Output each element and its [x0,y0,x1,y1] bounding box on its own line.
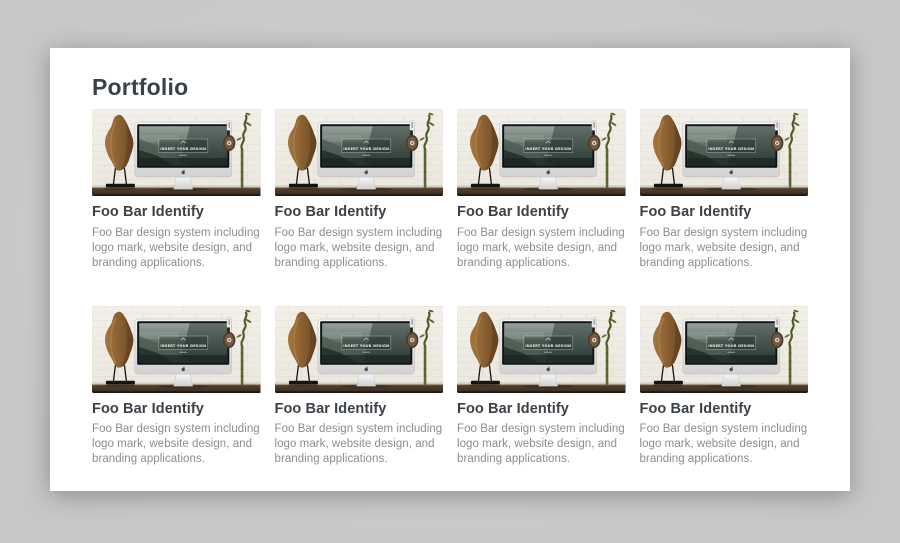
portfolio-item-title: Foo Bar Identify [92,205,261,220]
portfolio-item-caption: Foo Bar Identify Foo Bar design system i… [640,205,809,270]
portfolio-grid: Foo Bar Identify Foo Bar design system i… [92,109,808,466]
portfolio-item-description: Foo Bar design system including logo mar… [275,422,444,467]
portfolio-item[interactable]: Foo Bar Identify Foo Bar design system i… [640,109,809,270]
portfolio-item-title: Foo Bar Identify [275,205,444,220]
page-title: Portfolio [92,75,808,100]
imac-mockup-image [640,306,809,393]
portfolio-item-description: Foo Bar design system including logo mar… [92,422,261,467]
portfolio-item-title: Foo Bar Identify [640,205,809,220]
portfolio-thumbnail[interactable] [457,109,626,196]
portfolio-item-caption: Foo Bar Identify Foo Bar design system i… [457,205,626,270]
portfolio-item-caption: Foo Bar Identify Foo Bar design system i… [275,205,444,270]
portfolio-item-title: Foo Bar Identify [275,402,444,417]
imac-mockup-image [92,109,261,196]
portfolio-item-title: Foo Bar Identify [457,402,626,417]
imac-mockup-image [92,306,261,393]
portfolio-item-caption: Foo Bar Identify Foo Bar design system i… [640,402,809,467]
portfolio-thumbnail[interactable] [92,306,261,393]
portfolio-item[interactable]: Foo Bar Identify Foo Bar design system i… [640,306,809,467]
content-panel: Portfolio Foo Bar Identify Foo Bar desig… [50,48,850,491]
imac-mockup-image [457,306,626,393]
portfolio-thumbnail[interactable] [640,109,809,196]
portfolio-thumbnail[interactable] [275,306,444,393]
portfolio-item-caption: Foo Bar Identify Foo Bar design system i… [92,402,261,467]
imac-mockup-image [640,109,809,196]
imac-mockup-image [275,109,444,196]
portfolio-item[interactable]: Foo Bar Identify Foo Bar design system i… [457,306,626,467]
portfolio-item-title: Foo Bar Identify [92,402,261,417]
portfolio-item[interactable]: Foo Bar Identify Foo Bar design system i… [275,306,444,467]
imac-mockup-image [457,109,626,196]
portfolio-item-title: Foo Bar Identify [640,402,809,417]
imac-mockup-image [275,306,444,393]
page-background: { "page": { "title": "Portfolio" }, "col… [0,0,900,543]
portfolio-item-description: Foo Bar design system including logo mar… [92,226,261,271]
portfolio-item-caption: Foo Bar Identify Foo Bar design system i… [275,402,444,467]
portfolio-item[interactable]: Foo Bar Identify Foo Bar design system i… [457,109,626,270]
portfolio-item-title: Foo Bar Identify [457,205,626,220]
portfolio-item-caption: Foo Bar Identify Foo Bar design system i… [92,205,261,270]
portfolio-item-description: Foo Bar design system including logo mar… [275,226,444,271]
portfolio-item[interactable]: Foo Bar Identify Foo Bar design system i… [92,306,261,467]
portfolio-thumbnail[interactable] [457,306,626,393]
portfolio-item[interactable]: Foo Bar Identify Foo Bar design system i… [92,109,261,270]
portfolio-thumbnail[interactable] [275,109,444,196]
portfolio-thumbnail[interactable] [92,109,261,196]
portfolio-item-description: Foo Bar design system including logo mar… [640,226,809,271]
portfolio-item[interactable]: Foo Bar Identify Foo Bar design system i… [275,109,444,270]
portfolio-item-description: Foo Bar design system including logo mar… [457,226,626,271]
portfolio-item-caption: Foo Bar Identify Foo Bar design system i… [457,402,626,467]
portfolio-item-description: Foo Bar design system including logo mar… [457,422,626,467]
portfolio-item-description: Foo Bar design system including logo mar… [640,422,809,467]
portfolio-thumbnail[interactable] [640,306,809,393]
